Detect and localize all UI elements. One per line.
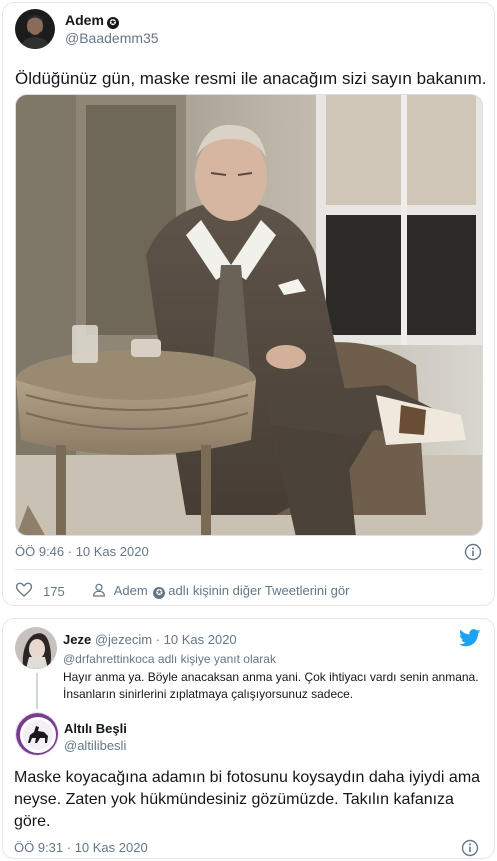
- reply1-date[interactable]: · 10 Kas 2020: [156, 632, 237, 647]
- reply1-header: Jeze @jezecim · 10 Kas 2020: [63, 632, 237, 647]
- divider: [15, 569, 483, 570]
- tweet-timestamp[interactable]: ÖÖ 9:46 · 10 Kas 2020: [15, 544, 149, 559]
- person-icon: [91, 582, 107, 601]
- tweet-card: Adem ✪ @Baademm35 Öldüğünüz gün, maske re…: [2, 2, 495, 606]
- reply1-replying-to[interactable]: @drfahrettinkoca adlı kişiye yanıt olara…: [63, 652, 276, 666]
- avatar[interactable]: [15, 627, 57, 669]
- reply2-handle[interactable]: @altilibesli: [64, 738, 126, 753]
- reply1-text: Hayır anma ya. Böyle anacaksan anma yani…: [63, 670, 479, 701]
- author-name-row[interactable]: Adem ✪: [65, 12, 119, 30]
- author-display-name[interactable]: Adem: [65, 12, 104, 28]
- tweet-text: Öldüğünüz gün, maske resmi ile anacağım …: [15, 69, 487, 88]
- author-handle[interactable]: @Baademm35: [65, 30, 159, 46]
- reply2-timestamp[interactable]: ÖÖ 9:31 · 10 Kas 2020: [14, 840, 148, 855]
- badge-icon: ✪: [153, 587, 166, 599]
- reply1-display-name[interactable]: Jeze: [63, 632, 91, 647]
- info-icon[interactable]: [461, 839, 479, 861]
- thread-line: [36, 673, 38, 709]
- twitter-logo-icon[interactable]: [459, 629, 481, 652]
- reply2-display-name-row[interactable]: Altılı Beşli: [64, 720, 127, 738]
- more-tweets-link[interactable]: Adem ✪ adlı kişinin diğer Tweetlerini gör: [113, 583, 350, 599]
- more-tweets-label: adlı kişinin diğer Tweetlerini gör: [168, 583, 350, 598]
- reply2-display-name[interactable]: Altılı Beşli: [64, 721, 127, 736]
- badge-icon: ✪: [106, 17, 119, 29]
- like-count[interactable]: 175: [43, 584, 65, 599]
- reply1-handle[interactable]: @jezecim: [95, 632, 152, 647]
- avatar[interactable]: [15, 9, 55, 49]
- like-icon[interactable]: [15, 581, 33, 602]
- avatar[interactable]: [15, 712, 59, 756]
- reply2-text: Maske koyacağına adamın bi fotosunu koys…: [14, 769, 481, 830]
- tweet-actions: 175 Adem ✪ adlı kişinin diğer Tweetlerini…: [15, 580, 349, 602]
- info-icon[interactable]: [464, 543, 482, 566]
- tweet-photo[interactable]: [15, 94, 483, 536]
- more-tweets-author: Adem: [113, 583, 148, 598]
